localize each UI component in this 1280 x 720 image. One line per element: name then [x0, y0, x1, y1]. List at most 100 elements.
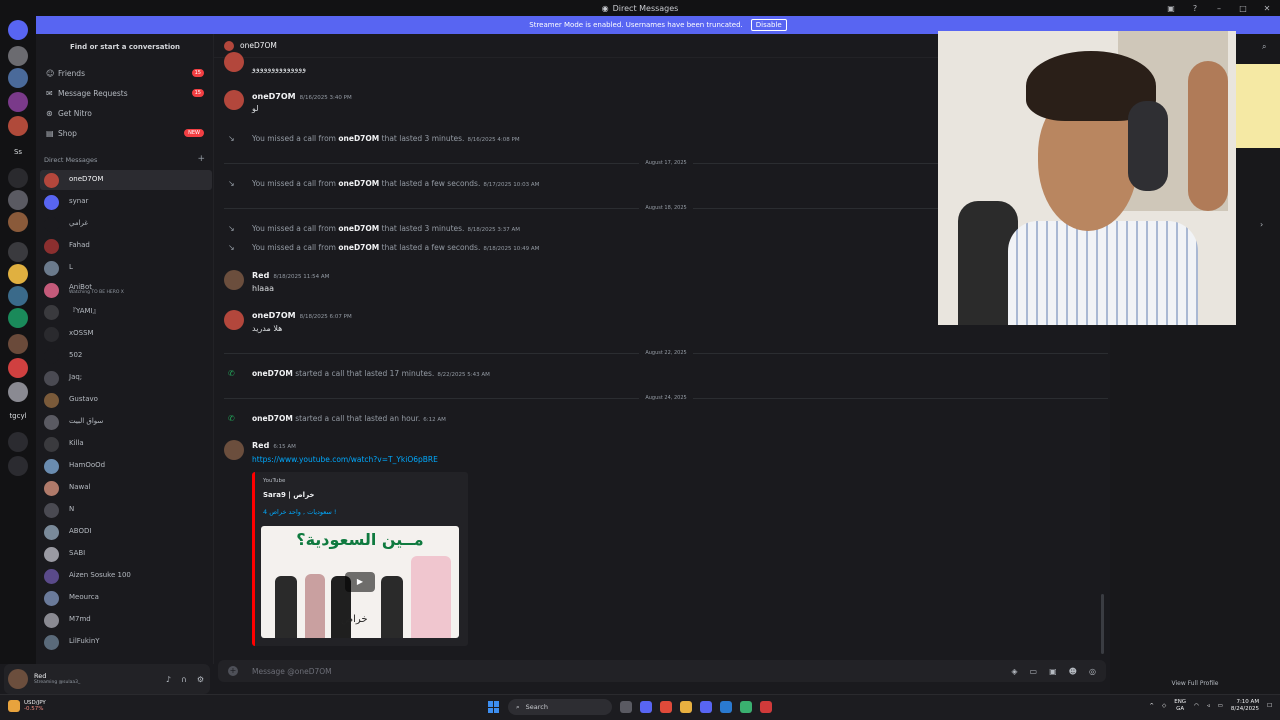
sticker-icon[interactable]: ▣	[1049, 667, 1057, 676]
server-icon[interactable]	[8, 264, 28, 284]
disable-button[interactable]: Disable	[750, 19, 787, 31]
minimize-icon[interactable]: –	[1212, 4, 1226, 13]
add-server-icon[interactable]	[8, 432, 28, 452]
file-explorer-icon[interactable]	[680, 701, 692, 713]
tray-chevron-icon[interactable]: ^	[1149, 703, 1154, 709]
message-input[interactable]: Message @oneD7OM	[252, 667, 332, 676]
dm-item[interactable]: Meourca	[40, 588, 212, 608]
server-icon[interactable]	[8, 382, 28, 402]
dm-item[interactable]: Killa	[40, 434, 212, 454]
video-thumbnail[interactable]: مــين السعودية؟ ▶ خراص	[261, 526, 459, 638]
app-icon[interactable]	[760, 701, 772, 713]
embed-provider[interactable]: YouTube	[263, 478, 285, 484]
server-icon[interactable]	[8, 46, 28, 66]
server-icon[interactable]	[8, 116, 28, 136]
vscode-icon[interactable]	[720, 701, 732, 713]
create-dm-icon[interactable]: +	[197, 154, 205, 164]
avatar[interactable]	[224, 310, 244, 330]
avatar[interactable]	[224, 440, 244, 460]
chrome-icon[interactable]	[660, 701, 672, 713]
apps-icon[interactable]: ◎	[1089, 667, 1096, 676]
chevron-right-icon[interactable]: ›	[1260, 220, 1263, 229]
avatar[interactable]	[224, 90, 244, 110]
dm-item[interactable]: Fahad	[40, 236, 212, 256]
nav-shop[interactable]: ▤ Shop NEW	[40, 124, 212, 142]
maximize-icon[interactable]: □	[1236, 4, 1250, 13]
dm-item[interactable]: Jaq;	[40, 368, 212, 388]
server-icon[interactable]	[8, 68, 28, 88]
message-author[interactable]: oneD7OM 8/18/2025 6:07 PM	[252, 311, 352, 320]
nav-friends[interactable]: ☺ Friends 15	[40, 64, 212, 82]
headphones-icon[interactable]: ∩	[181, 675, 187, 684]
clock[interactable]: 7:10 AM 8/24/2025	[1231, 699, 1259, 712]
server-icon[interactable]	[8, 242, 28, 262]
scrollbar[interactable]	[1101, 594, 1104, 654]
taskbar-search[interactable]: ⌕ Search	[508, 699, 612, 715]
dm-item[interactable]: SABI	[40, 544, 212, 564]
home-icon[interactable]	[8, 20, 28, 40]
dm-item[interactable]: Gustavo	[40, 390, 212, 410]
app-icon[interactable]	[740, 701, 752, 713]
notifications-icon[interactable]: ☐	[1267, 703, 1272, 709]
message-author[interactable]: Red 8/18/2025 11:54 AM	[252, 271, 329, 280]
dm-item[interactable]: L	[40, 258, 212, 278]
dm-item[interactable]: synar	[40, 192, 212, 212]
embed-description[interactable]: 4 سعوديات , واحد خراص !	[263, 508, 337, 516]
settings-icon[interactable]: ⚙	[197, 675, 204, 684]
avatar[interactable]	[224, 52, 244, 72]
dm-item[interactable]: 『YAMI』	[40, 302, 212, 322]
dm-item[interactable]: Aizen Sosuke 100	[40, 566, 212, 586]
youtube-link[interactable]: https://www.youtube.com/watch?v=T_YkiO6p…	[252, 455, 438, 464]
close-icon[interactable]: ✕	[1260, 4, 1274, 13]
server-icon[interactable]	[8, 168, 28, 188]
avatar[interactable]	[8, 669, 28, 689]
dm-item[interactable]: xOSSM	[40, 324, 212, 344]
find-conversation-button[interactable]: Find or start a conversation	[42, 40, 208, 54]
dm-item[interactable]: N	[40, 500, 212, 520]
wifi-icon[interactable]: ◠	[1194, 703, 1199, 709]
dm-item[interactable]: غرامي	[40, 214, 212, 234]
server-icon[interactable]	[8, 334, 28, 354]
nav-get-nitro[interactable]: ⊛ Get Nitro	[40, 104, 212, 122]
discover-icon[interactable]	[8, 456, 28, 476]
app-icon[interactable]	[640, 701, 652, 713]
play-icon[interactable]: ▶	[345, 572, 375, 592]
gif-icon[interactable]: ▭	[1030, 667, 1038, 676]
message-author[interactable]: oneD7OM 8/16/2025 3:40 PM	[252, 92, 352, 101]
mic-icon[interactable]: ♪	[166, 675, 171, 684]
view-full-profile-link[interactable]: View Full Profile	[1110, 680, 1280, 687]
server-icon[interactable]	[8, 92, 28, 112]
server-icon[interactable]: Ss	[4, 148, 32, 156]
message-author[interactable]: Red 6:15 AM	[252, 441, 296, 450]
dm-item[interactable]: AniBot Watching TO BE HERO X	[40, 280, 212, 300]
server-icon[interactable]	[8, 286, 28, 306]
help-icon[interactable]: ?	[1188, 4, 1202, 13]
search-icon[interactable]: ⌕	[1262, 42, 1266, 52]
dm-item[interactable]: 502	[40, 346, 212, 366]
nav-message-requests[interactable]: ✉ Message Requests 15	[40, 84, 212, 102]
language-indicator[interactable]: ENG GA	[1174, 699, 1186, 712]
attach-icon[interactable]: +	[228, 666, 238, 676]
server-icon[interactable]	[8, 358, 28, 378]
dm-item[interactable]: سواق البيت	[40, 412, 212, 432]
battery-icon[interactable]: ▭	[1218, 703, 1223, 709]
dm-item[interactable]: M7md	[40, 610, 212, 630]
emoji-icon[interactable]: ☻	[1069, 667, 1077, 676]
dm-item[interactable]: oneD7OM	[40, 170, 212, 190]
server-icon[interactable]	[8, 212, 28, 232]
dm-item[interactable]: ABODI	[40, 522, 212, 542]
dm-item[interactable]: HamOoOd	[40, 456, 212, 476]
avatar[interactable]	[224, 270, 244, 290]
network-icon[interactable]: ◇	[1162, 703, 1166, 709]
discord-icon[interactable]	[700, 701, 712, 713]
task-view-icon[interactable]	[620, 701, 632, 713]
gift-icon[interactable]: ◈	[1011, 667, 1017, 676]
server-icon[interactable]	[8, 190, 28, 210]
inbox-icon[interactable]: ▣	[1164, 4, 1178, 13]
dm-item[interactable]: LilFukinY	[40, 632, 212, 652]
server-icon[interactable]: tgcyl	[4, 412, 32, 420]
embed-title[interactable]: Sara9 | خراص	[263, 491, 314, 499]
message-composer[interactable]: + Message @oneD7OM ◈ ▭ ▣ ☻ ◎	[218, 660, 1106, 682]
volume-icon[interactable]: ◃	[1207, 703, 1210, 709]
dm-item[interactable]: Nawal	[40, 478, 212, 498]
